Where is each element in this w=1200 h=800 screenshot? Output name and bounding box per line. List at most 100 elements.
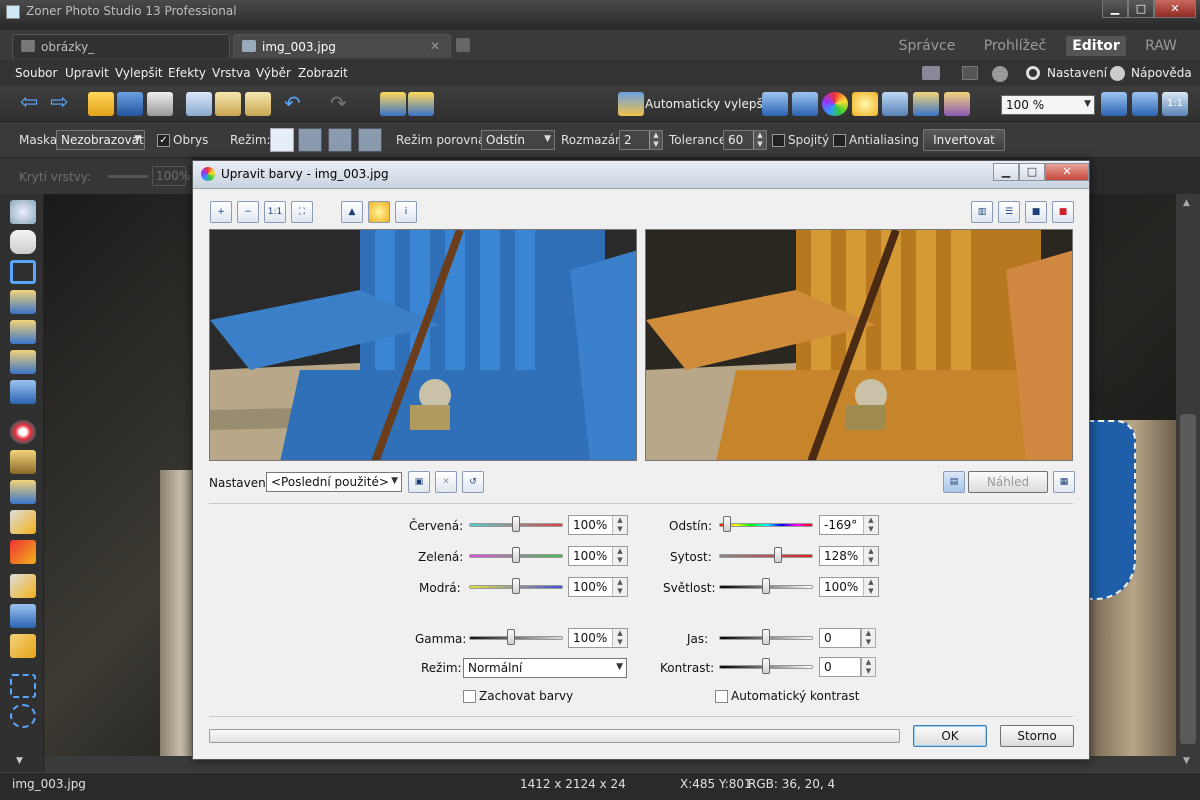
menu-enhance[interactable]: Vylepšit xyxy=(115,66,163,80)
menu-layer[interactable]: Vrstva xyxy=(212,66,251,80)
open-folder-icon[interactable] xyxy=(88,92,114,116)
gamma-slider[interactable] xyxy=(469,629,563,647)
resize-icon[interactable] xyxy=(913,92,939,116)
layer-opacity-value[interactable]: 100% xyxy=(152,166,190,186)
stepper-icon[interactable]: ▲ ▼ xyxy=(863,578,878,596)
info-icon[interactable]: i xyxy=(395,201,417,223)
crop-tool-icon[interactable] xyxy=(10,260,36,284)
levels-icon[interactable] xyxy=(762,92,788,116)
color-adjust-icon[interactable] xyxy=(822,92,848,116)
paste-icon[interactable] xyxy=(215,92,241,116)
auto-contrast-checkbox[interactable] xyxy=(715,690,728,703)
palette-icon[interactable] xyxy=(944,92,970,116)
compare-mode-select[interactable]: Odstín ▼ xyxy=(481,130,555,150)
mode-tab-viewer[interactable]: Prohlížeč xyxy=(976,36,1054,56)
blue-input[interactable]: 100% ▲ ▼ xyxy=(568,577,628,597)
minimize-icon[interactable]: ▁ xyxy=(1102,0,1128,18)
menu-view[interactable]: Zobrazit xyxy=(298,66,348,80)
copy-icon[interactable] xyxy=(186,92,212,116)
menu-edit[interactable]: Upravit xyxy=(65,66,109,80)
settings-select[interactable]: <Poslední použité> ▼ xyxy=(266,472,402,492)
keep-colors-checkbox[interactable] xyxy=(463,690,476,703)
exposure-icon[interactable] xyxy=(368,201,390,223)
saturation-thumb[interactable] xyxy=(774,547,782,563)
red-thumb[interactable] xyxy=(512,516,520,532)
help-link[interactable]: Nápověda xyxy=(1131,66,1192,80)
hue-thumb[interactable] xyxy=(723,516,731,532)
brightness-input[interactable]: 0 xyxy=(819,628,861,648)
red-slider[interactable] xyxy=(469,516,563,534)
contrast-thumb[interactable] xyxy=(762,658,770,674)
fit-screen-icon[interactable] xyxy=(1101,92,1127,116)
split-horizontal-icon[interactable]: ☰ xyxy=(998,201,1020,223)
monitor-icon[interactable] xyxy=(962,66,978,80)
histogram-icon[interactable]: ▲ xyxy=(341,201,363,223)
rotate-right-icon[interactable] xyxy=(408,92,434,116)
red-eye-tool-icon[interactable] xyxy=(10,420,36,444)
ellipse-select-tool-icon[interactable] xyxy=(10,704,36,728)
menu-effects[interactable]: Efekty xyxy=(168,66,206,80)
brightness-thumb[interactable] xyxy=(762,629,770,645)
red-input[interactable]: 100% ▲ ▼ xyxy=(568,515,628,535)
mode-tab-editor[interactable]: Editor xyxy=(1066,36,1126,56)
brightness-stepper-icon[interactable]: ▲ ▼ xyxy=(861,628,876,648)
lightness-thumb[interactable] xyxy=(762,578,770,594)
fit-height-icon[interactable] xyxy=(1132,92,1158,116)
blue-slider[interactable] xyxy=(469,578,563,596)
stepper-icon[interactable]: ▲ ▼ xyxy=(612,547,627,565)
healing-tool-icon[interactable] xyxy=(10,540,36,564)
rotate-left-icon[interactable] xyxy=(380,92,406,116)
transform-tool-icon[interactable] xyxy=(10,380,36,404)
stepper-icon[interactable]: ▲ ▼ xyxy=(612,516,627,534)
preview-before[interactable] xyxy=(209,229,637,461)
sharpen-icon[interactable] xyxy=(882,92,908,116)
stepper-icon[interactable]: ▲ ▼ xyxy=(649,131,662,149)
contiguous-checkbox[interactable] xyxy=(772,134,785,147)
auto-enhance-button[interactable]: Automaticky vylepšit xyxy=(645,97,771,111)
ok-button[interactable]: OK xyxy=(913,725,987,747)
lightness-input[interactable]: 100% ▲ ▼ xyxy=(819,577,879,597)
blue-thumb[interactable] xyxy=(512,578,520,594)
stepper-icon[interactable]: ▲ ▼ xyxy=(753,131,766,149)
close-icon[interactable]: ✕ xyxy=(1154,0,1196,18)
zoom-out-icon[interactable]: − xyxy=(237,201,259,223)
tolerance-input[interactable]: 60 ▲ ▼ xyxy=(723,130,767,150)
outline-checkbox[interactable]: ✓ xyxy=(157,134,170,147)
layer-opacity-slider[interactable] xyxy=(108,175,148,178)
original-view-icon[interactable]: ■ xyxy=(1052,201,1074,223)
pencil-tool-icon[interactable] xyxy=(10,574,36,598)
hue-slider[interactable] xyxy=(719,516,813,534)
zoom-in-icon[interactable]: + xyxy=(210,201,232,223)
menu-file[interactable]: Soubor xyxy=(15,66,57,80)
mode-add-selection-icon[interactable] xyxy=(298,128,322,152)
perspective-tool-icon[interactable] xyxy=(10,320,36,344)
brightness-slider[interactable] xyxy=(719,629,813,647)
mask-select[interactable]: Nezobrazovat ▼ xyxy=(56,130,145,150)
lightness-slider[interactable] xyxy=(719,578,813,596)
zoom-select[interactable]: 100 % ▼ xyxy=(1001,95,1095,115)
eraser-tool-icon[interactable] xyxy=(10,634,36,658)
forward-icon[interactable]: ⇨ xyxy=(50,92,76,116)
green-thumb[interactable] xyxy=(512,547,520,563)
paste-special-icon[interactable] xyxy=(245,92,271,116)
rect-select-tool-icon[interactable] xyxy=(10,674,36,698)
back-icon[interactable]: ⇦ xyxy=(20,92,46,116)
light-icon[interactable] xyxy=(852,92,878,116)
canvas-selection[interactable] xyxy=(1088,420,1136,600)
compare-layout-icon[interactable]: ▦ xyxy=(1053,471,1075,493)
zoom-tool-icon[interactable] xyxy=(10,200,36,224)
new-tab-icon[interactable] xyxy=(456,38,470,52)
invert-button[interactable]: Invertovat xyxy=(923,129,1005,151)
cancel-button[interactable]: Storno xyxy=(1000,725,1074,747)
delete-preset-icon[interactable]: ✕ xyxy=(435,471,457,493)
mode-select[interactable]: Normální ▼ xyxy=(463,658,627,678)
tab-image[interactable]: img_003.jpg ✕ xyxy=(233,34,451,58)
save-icon[interactable] xyxy=(117,92,143,116)
hue-input[interactable]: -169° ▲ ▼ xyxy=(819,515,879,535)
green-input[interactable]: 100% ▲ ▼ xyxy=(568,546,628,566)
dialog-maximize-icon[interactable]: □ xyxy=(1019,163,1045,181)
split-vertical-icon[interactable]: ▥ xyxy=(971,201,993,223)
vertical-scrollbar[interactable]: ▲ ▼ xyxy=(1176,194,1200,772)
save-preset-icon[interactable]: ▣ xyxy=(408,471,430,493)
close-tab-icon[interactable]: ✕ xyxy=(430,39,440,53)
